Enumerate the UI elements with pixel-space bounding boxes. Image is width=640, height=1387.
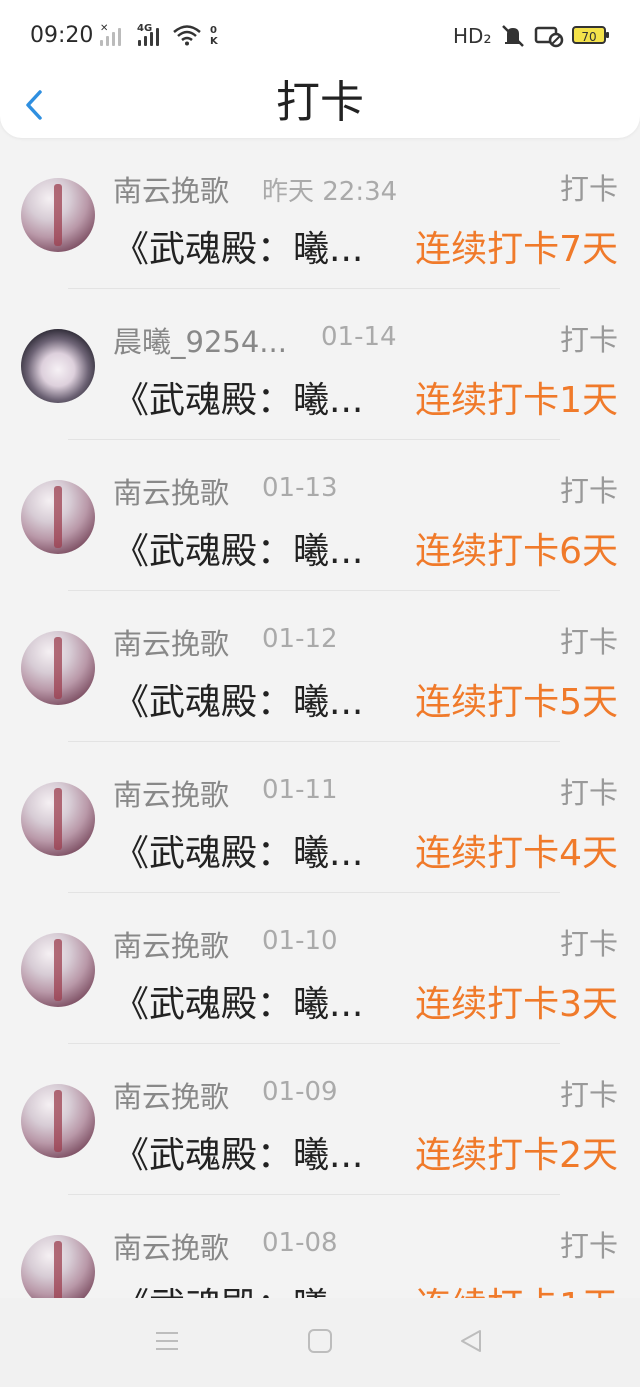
book-title[interactable]: 《武魂殿：曦...	[113, 673, 363, 725]
list-item[interactable]: 南云挽歌 01-12 打卡 《武魂殿：曦... 连续打卡5天	[0, 591, 640, 742]
streak-label: 连续打卡7天	[415, 229, 618, 270]
streak-label: 连续打卡3天	[415, 984, 618, 1025]
data-saver-icon	[534, 26, 564, 48]
post-time: 昨天 22:34	[262, 177, 398, 207]
user-name[interactable]: 南云挽歌	[113, 1225, 229, 1267]
list-item[interactable]: 南云挽歌 01-09 打卡 《武魂殿：曦... 连续打卡2天	[0, 1044, 640, 1195]
avatar[interactable]	[21, 178, 95, 252]
avatar[interactable]	[21, 782, 95, 856]
streak-label: 连续打卡4天	[415, 833, 618, 874]
avatar[interactable]	[21, 631, 95, 705]
book-title[interactable]: 《武魂殿：曦...	[113, 1126, 363, 1178]
book-title[interactable]: 《武魂殿：曦...	[113, 220, 363, 272]
system-nav-bar	[0, 1298, 640, 1387]
checkin-list: 南云挽歌 昨天 22:34 打卡 《武魂殿：曦... 连续打卡7天 晨曦_925…	[0, 138, 640, 1346]
list-item[interactable]: 南云挽歌 01-11 打卡 《武魂殿：曦... 连续打卡4天	[0, 742, 640, 893]
post-time: 01-09	[262, 1077, 338, 1107]
net-speed-unit: K	[210, 36, 218, 47]
back-triangle-icon[interactable]	[458, 1328, 484, 1354]
avatar[interactable]	[21, 480, 95, 554]
post-time: 01-10	[262, 926, 338, 956]
book-title[interactable]: 《武魂殿：曦...	[113, 975, 363, 1027]
book-title[interactable]: 《武魂殿：曦...	[113, 824, 363, 876]
checkin-tag: 打卡	[559, 927, 618, 961]
user-name[interactable]: 南云挽歌	[113, 772, 229, 814]
signal-icon-sim1: ✕	[100, 24, 130, 46]
streak-label: 连续打卡5天	[415, 682, 618, 723]
avatar[interactable]	[21, 329, 95, 403]
signal-icon-sim2	[138, 26, 168, 46]
menu-icon[interactable]	[154, 1328, 180, 1354]
streak-label: 连续打卡1天	[415, 380, 618, 421]
home-icon[interactable]	[307, 1328, 333, 1354]
user-name[interactable]: 南云挽歌	[113, 923, 229, 965]
book-title[interactable]: 《武魂殿：曦...	[113, 522, 363, 574]
list-item[interactable]: 南云挽歌 01-13 打卡 《武魂殿：曦... 连续打卡6天	[0, 440, 640, 591]
checkin-tag: 打卡	[559, 172, 618, 206]
avatar[interactable]	[21, 1084, 95, 1158]
header-card: 09:20 ✕ 4G 0 K HD₂ 70 打卡	[0, 0, 640, 138]
checkin-tag: 打卡	[559, 323, 618, 357]
post-time: 01-12	[262, 624, 338, 654]
list-item[interactable]: 南云挽歌 昨天 22:34 打卡 《武魂殿：曦... 连续打卡7天	[0, 138, 640, 289]
checkin-tag: 打卡	[559, 474, 618, 508]
battery-icon: 70	[572, 26, 609, 44]
user-name[interactable]: 晨曦_9254...	[113, 319, 287, 361]
post-time: 01-13	[262, 473, 338, 503]
net-speed-value: 0	[210, 25, 217, 36]
list-item[interactable]: 晨曦_9254... 01-14 打卡 《武魂殿：曦... 连续打卡1天	[0, 289, 640, 440]
user-name[interactable]: 南云挽歌	[113, 621, 229, 663]
post-time: 01-08	[262, 1228, 338, 1258]
post-time: 01-14	[321, 322, 397, 352]
streak-label: 连续打卡2天	[415, 1135, 618, 1176]
checkin-tag: 打卡	[559, 1078, 618, 1112]
book-title[interactable]: 《武魂殿：曦...	[113, 371, 363, 423]
checkin-tag: 打卡	[559, 1229, 618, 1263]
wifi-icon	[173, 25, 201, 46]
checkin-tag: 打卡	[559, 776, 618, 810]
user-name[interactable]: 南云挽歌	[113, 1074, 229, 1116]
status-bar: 09:20 ✕ 4G 0 K HD₂ 70	[0, 0, 640, 74]
hd-voice-indicator: HD₂	[453, 24, 492, 48]
streak-label: 连续打卡6天	[415, 531, 618, 572]
avatar[interactable]	[21, 933, 95, 1007]
post-time: 01-11	[262, 775, 338, 805]
user-name[interactable]: 南云挽歌	[113, 470, 229, 512]
status-time: 09:20	[30, 23, 94, 48]
battery-level: 70	[581, 30, 597, 44]
page-title: 打卡	[276, 77, 364, 128]
checkin-tag: 打卡	[559, 625, 618, 659]
list-item[interactable]: 南云挽歌 01-10 打卡 《武魂殿：曦... 连续打卡3天	[0, 893, 640, 1044]
user-name[interactable]: 南云挽歌	[113, 168, 229, 210]
mute-icon	[502, 25, 524, 47]
